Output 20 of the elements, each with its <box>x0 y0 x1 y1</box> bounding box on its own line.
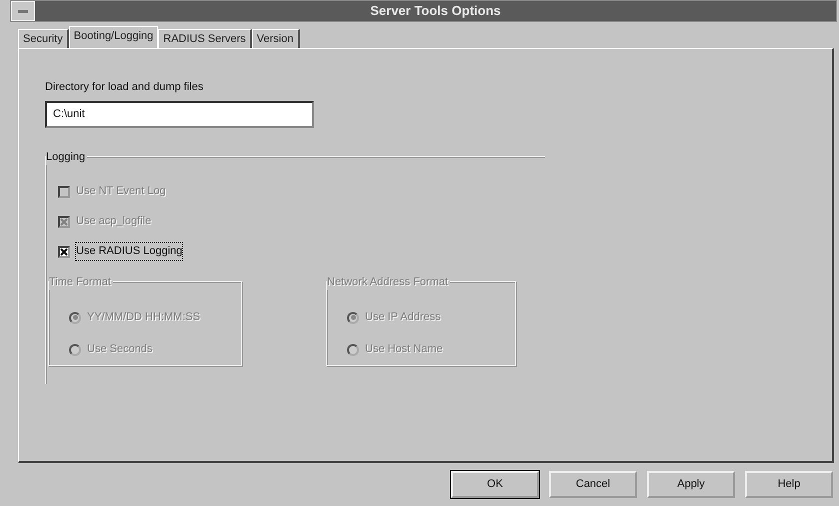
checkbox-label: Use NT Event Log <box>76 184 166 200</box>
directory-field[interactable]: C:\unit <box>45 100 314 128</box>
checkbox-label: Use acp_logfile <box>76 214 152 230</box>
dialog-button[interactable]: Cancel <box>549 471 637 498</box>
dialog-button[interactable]: Apply <box>647 471 735 498</box>
radio-label: Use Host Name <box>365 342 443 358</box>
checkbox[interactable] <box>58 246 70 258</box>
tab[interactable]: Security <box>18 29 69 48</box>
window-title: Server Tools Options <box>369 2 502 20</box>
tab[interactable]: Booting/Logging <box>68 26 158 48</box>
radio-label: YY/MM/DD HH:MM:SS <box>87 310 200 326</box>
radio-label: Use Seconds <box>87 342 152 358</box>
dialog-button[interactable]: Help <box>745 471 833 498</box>
tab[interactable]: Version <box>252 29 300 48</box>
field-label: Directory for load and dump files <box>45 80 204 95</box>
tab[interactable]: RADIUS Servers <box>158 29 252 48</box>
radio-label: Use IP Address <box>365 310 441 326</box>
system-menu-icon[interactable] <box>11 1 35 21</box>
dialog-button[interactable]: OK <box>451 471 539 498</box>
checkbox-label: Use RADIUS Logging <box>76 243 182 260</box>
